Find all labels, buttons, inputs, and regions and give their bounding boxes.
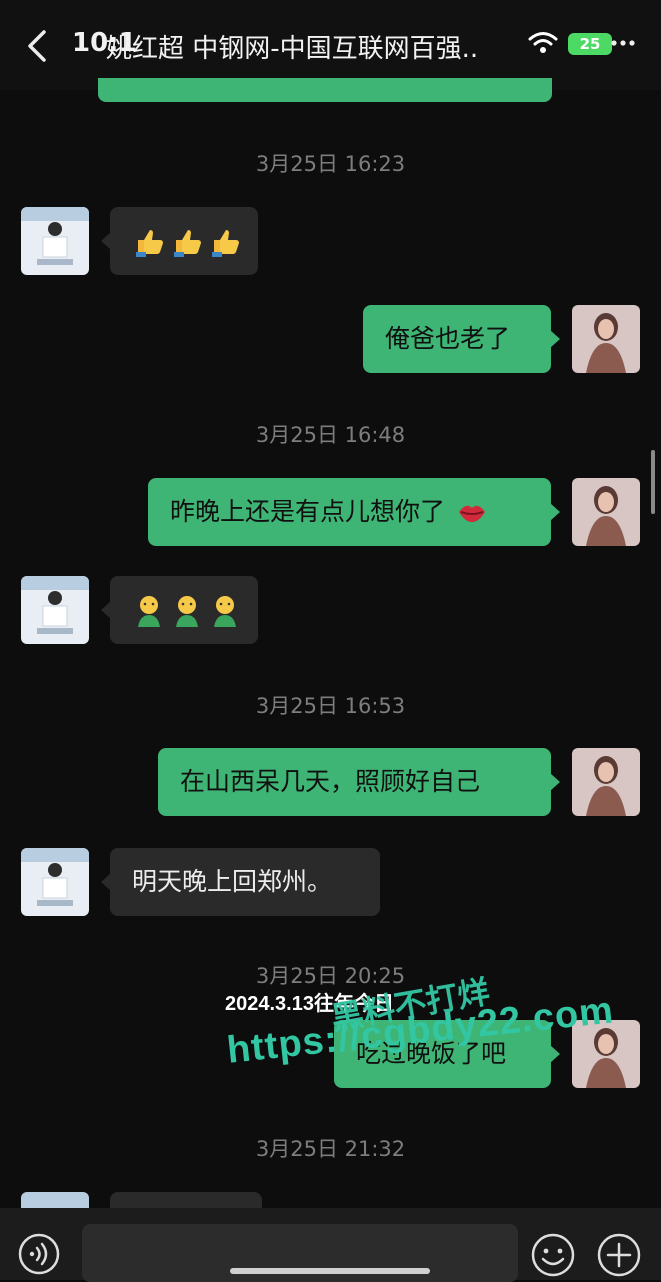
sent-message[interactable]: 昨晚上还是有点儿想你了	[148, 478, 560, 546]
shy-face-icon	[132, 576, 242, 644]
plus-icon	[597, 1233, 641, 1277]
message-timestamp: 3月25日 20:25	[255, 964, 406, 988]
thumbs-up-icon	[132, 207, 242, 275]
my-avatar[interactable]	[572, 478, 640, 546]
received-message[interactable]: 明天晚上回郑州。	[101, 848, 380, 916]
message-timestamp: 3月25日 16:48	[255, 423, 406, 447]
chat-title[interactable]: 姚红超 中钢网-中国互联网百强..	[106, 28, 526, 65]
contact-avatar[interactable]	[21, 576, 89, 644]
sent-message-text: 昨晚上还是有点儿想你了	[170, 497, 446, 526]
contact-avatar[interactable]	[21, 207, 89, 275]
emoji-button[interactable]	[530, 1232, 576, 1278]
sent-message[interactable]: 俺爸也老了	[363, 305, 560, 373]
message-timestamp: 3月25日 21:32	[255, 1137, 406, 1161]
my-avatar[interactable]	[572, 748, 640, 816]
message-bubble-partial[interactable]	[98, 78, 552, 102]
back-button[interactable]	[18, 24, 58, 68]
smiley-icon	[531, 1233, 575, 1277]
received-message[interactable]	[101, 576, 258, 644]
battery-indicator: 25	[568, 33, 612, 55]
contact-avatar[interactable]	[21, 848, 89, 916]
message-timestamp: 3月25日 16:23	[255, 152, 406, 176]
more-actions-button[interactable]	[596, 1232, 642, 1278]
received-message[interactable]	[101, 207, 258, 275]
more-dots-icon[interactable]	[610, 30, 636, 56]
home-indicator[interactable]	[230, 1268, 430, 1274]
message-timestamp: 3月25日 16:53	[255, 694, 406, 718]
sent-message[interactable]: 在山西呆几天，照顾好自己	[158, 748, 560, 816]
wifi-icon	[528, 30, 558, 56]
kiss-lips-icon	[458, 505, 485, 522]
voice-icon	[18, 1233, 60, 1275]
chevron-left-icon	[28, 30, 46, 62]
voice-button[interactable]	[17, 1232, 61, 1276]
my-avatar[interactable]	[572, 305, 640, 373]
scrollbar[interactable]	[651, 450, 655, 514]
